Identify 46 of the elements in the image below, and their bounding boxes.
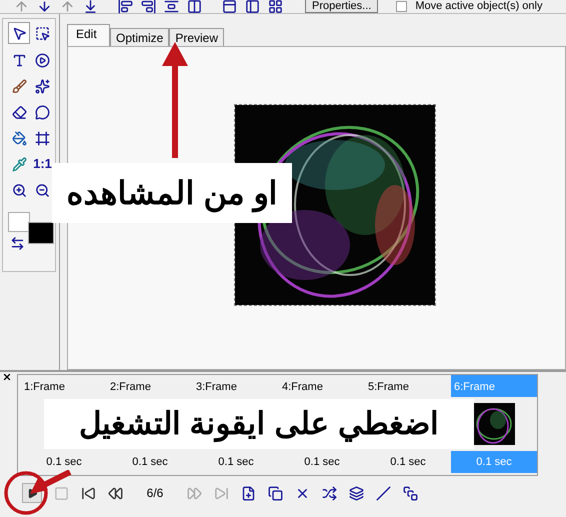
new-frame-icon[interactable] <box>241 486 256 500</box>
frame-label[interactable]: 1:Frame <box>21 375 107 397</box>
swap-colors-icon[interactable] <box>10 236 25 251</box>
align-right-icon[interactable] <box>141 0 156 14</box>
annotation-text: او من المشاهده <box>52 163 292 223</box>
frame-delay[interactable]: 0.1 sec <box>21 451 107 473</box>
play-circle-icon[interactable] <box>35 52 50 68</box>
previous-frame-icon[interactable] <box>108 486 123 500</box>
background-color-swatch[interactable] <box>8 212 30 232</box>
eyedropper-icon[interactable] <box>12 156 26 172</box>
frame-label[interactable]: 5:Frame <box>365 375 451 397</box>
eraser-icon[interactable] <box>12 104 26 120</box>
arrow-to-bottom-icon[interactable] <box>83 0 98 14</box>
frame-delay[interactable]: 0.1 sec <box>107 451 193 473</box>
layers-icon[interactable] <box>349 486 364 500</box>
brush-icon[interactable] <box>12 78 26 94</box>
frame-delay[interactable]: 0.1 sec <box>279 451 365 473</box>
document-tab[interactable]: Optimize <box>110 28 170 46</box>
align-left-icon[interactable] <box>118 0 133 14</box>
paint-bucket-icon[interactable] <box>12 130 26 146</box>
down-arrow-icon[interactable] <box>37 0 52 14</box>
zoom-in-icon[interactable] <box>12 182 26 198</box>
frame-label[interactable]: 3:Frame <box>193 375 279 397</box>
frame-delay[interactable]: 0.1 sec <box>193 451 279 473</box>
crop-icon[interactable] <box>35 130 50 146</box>
frame-counter: 6/6 <box>146 485 164 502</box>
frame-thumbnail[interactable] <box>473 403 515 445</box>
duplicate-frame-icon[interactable] <box>268 486 283 500</box>
annotation-text: اضغطي على ايقونة التشغيل <box>44 399 474 449</box>
frame-delay[interactable]: 0.1 sec <box>365 451 451 473</box>
pointer-icon[interactable] <box>12 26 26 40</box>
selection-pointer-icon[interactable] <box>35 26 50 40</box>
zoom-out-icon[interactable] <box>35 182 50 198</box>
move-checkbox[interactable] <box>396 1 408 12</box>
move-checkbox-label: Move active object(s) only <box>415 0 542 14</box>
document-tab[interactable]: Preview <box>169 28 224 46</box>
foreground-color-swatch[interactable] <box>28 222 54 244</box>
frame-label[interactable]: 4:Frame <box>279 375 365 397</box>
text-tool-icon[interactable] <box>12 52 26 68</box>
frame-label[interactable]: 2:Frame <box>107 375 193 397</box>
first-frame-icon[interactable] <box>81 486 96 500</box>
align-middle-icon[interactable] <box>164 0 179 14</box>
properties-button[interactable]: Properties... <box>305 0 378 13</box>
circle-arrow-drawing <box>2 470 72 516</box>
actual-size-label[interactable]: 1:1 <box>32 154 54 174</box>
document-tab[interactable]: Edit <box>67 24 110 46</box>
